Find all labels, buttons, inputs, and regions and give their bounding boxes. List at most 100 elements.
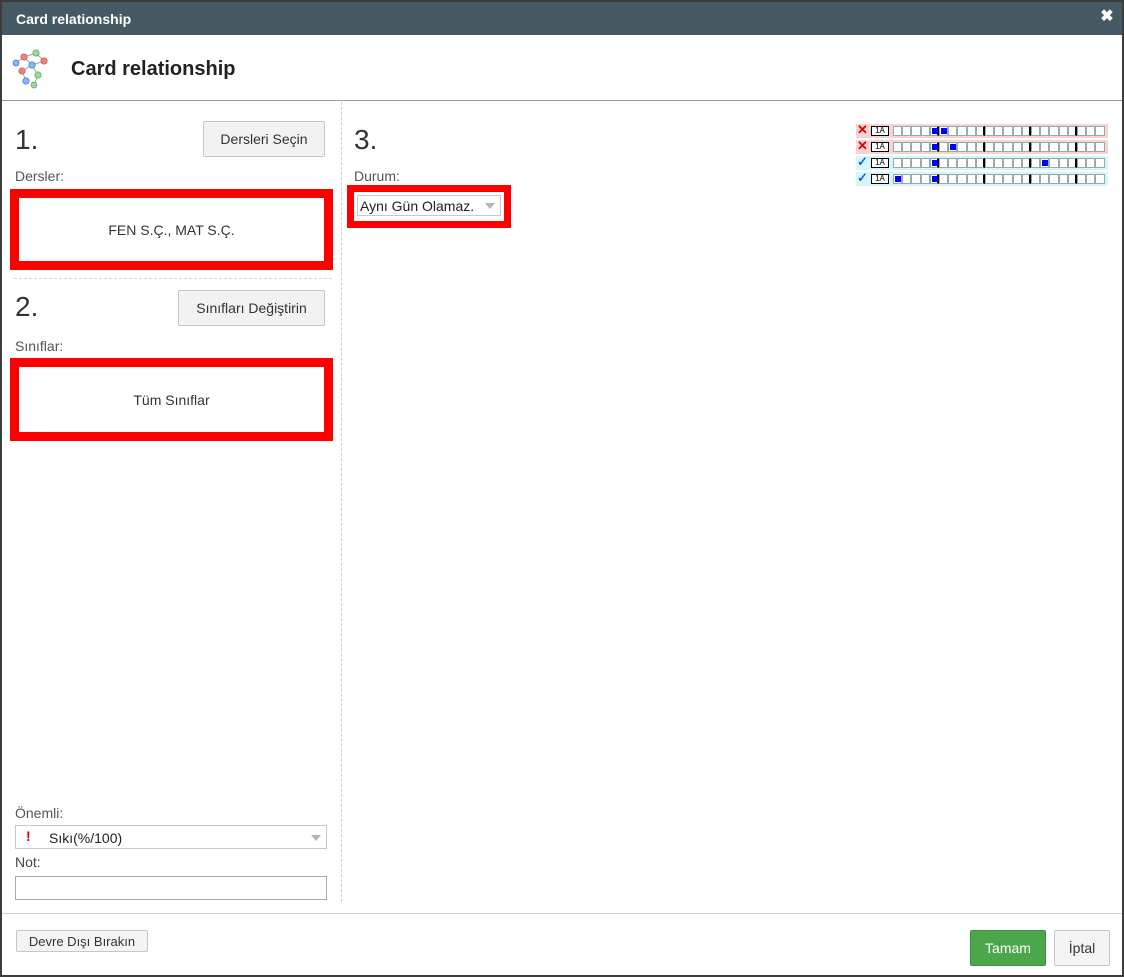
valid-check-icon: ✓ [857, 170, 868, 185]
importance-label: Önemli: [15, 805, 64, 821]
preview-cell [1095, 158, 1105, 168]
preview-cell [1012, 142, 1022, 152]
preview-row: ✕ 1A [856, 138, 1108, 154]
preview-cell [985, 142, 995, 152]
condition-select[interactable]: Aynı Gün Olamaz. [357, 195, 501, 216]
cancel-button[interactable]: İptal [1054, 930, 1110, 966]
invalid-x-icon: ✕ [857, 122, 868, 137]
window-title: Card relationship [16, 11, 132, 27]
preview-cell [966, 158, 976, 168]
preview-cell [929, 158, 939, 168]
preview-cell [1012, 126, 1022, 136]
preview-filled-slot [931, 160, 938, 166]
preview-cell [929, 142, 939, 152]
preview-cell [948, 158, 958, 168]
preview-filled-slot [1042, 160, 1049, 166]
lessons-label: Dersler: [15, 168, 65, 184]
preview-cell [975, 126, 985, 136]
preview-cell [1040, 174, 1050, 184]
preview-cell [966, 142, 976, 152]
preview-cell [911, 174, 921, 184]
preview-filled-slot [941, 128, 947, 134]
preview-cell [902, 142, 912, 152]
dialog-header: Card relationship [2, 35, 1122, 101]
preview-filled-slot [931, 128, 938, 134]
preview-cell [1003, 142, 1013, 152]
preview-row-tag: 1A [871, 174, 889, 184]
preview-cell [911, 126, 921, 136]
left-column: 1. Dersleri Seçin Dersler: FEN S.Ç., MAT… [2, 102, 342, 902]
dialog-heading: Card relationship [71, 58, 236, 80]
preview-cell [948, 174, 958, 184]
select-lessons-button[interactable]: Dersleri Seçin [203, 121, 325, 157]
preview-cell [902, 158, 912, 168]
preview-cell [920, 126, 930, 136]
preview-cell [1049, 174, 1059, 184]
preview-cell [1012, 174, 1022, 184]
preview-row: ✕ 1A [856, 122, 1108, 138]
preview-cell [1031, 126, 1041, 136]
preview-cell [920, 174, 930, 184]
preview-cell [1040, 126, 1050, 136]
classes-value: Tüm Sınıflar [133, 391, 210, 408]
preview-cell [1058, 126, 1068, 136]
disable-button[interactable]: Devre Dışı Bırakın [16, 930, 148, 952]
preview-cell [929, 174, 939, 184]
ok-button[interactable]: Tamam [970, 930, 1046, 966]
classes-value-box[interactable]: Tüm Sınıflar [10, 358, 333, 441]
preview-cell [911, 142, 921, 152]
close-icon[interactable]: ✖ [1098, 8, 1116, 26]
importance-select-value: Sıkı(%/100) [49, 830, 123, 846]
preview-cell [1086, 158, 1096, 168]
preview-cell [1077, 142, 1087, 152]
card-relationship-dialog: Card relationship ✖ Card relationship 1.… [0, 0, 1124, 977]
preview-cell [1049, 142, 1059, 152]
preview-cell [948, 126, 958, 136]
preview-cell [1049, 126, 1059, 136]
preview-cell [1067, 158, 1077, 168]
preview-filled-slot [895, 176, 901, 182]
note-input[interactable] [15, 876, 327, 900]
preview-cell [1067, 174, 1077, 184]
preview-cell [1003, 174, 1013, 184]
preview-row: ✓ 1A [856, 154, 1108, 170]
preview-cell [1003, 126, 1013, 136]
preview-cell [985, 126, 995, 136]
preview-cell [1077, 126, 1087, 136]
preview-row-tag: 1A [871, 158, 889, 168]
preview-cell [985, 158, 995, 168]
preview-cell [939, 158, 949, 168]
preview-cell [902, 126, 912, 136]
chevron-down-icon [311, 835, 321, 841]
preview-cell [1058, 142, 1068, 152]
preview-filled-slot [950, 144, 957, 150]
change-classes-button[interactable]: Sınıfları Değiştirin [178, 290, 325, 326]
dialog-footer: Devre Dışı Bırakın Tamam İptal [2, 913, 1122, 975]
condition-select-value: Aynı Gün Olamaz. [360, 198, 475, 214]
preview-cell [1021, 126, 1031, 136]
preview-cell [966, 126, 976, 136]
preview-cell [994, 142, 1004, 152]
preview-cell [893, 126, 903, 136]
step-number-1: 1. [15, 124, 39, 155]
preview-cell [1067, 142, 1077, 152]
lessons-value-box[interactable]: FEN S.Ç., MAT S.Ç. [10, 189, 333, 270]
importance-select[interactable]: ! Sıkı(%/100) [15, 825, 327, 849]
preview-cell [1021, 174, 1031, 184]
preview-cell [939, 142, 949, 152]
preview-filled-slot [931, 176, 938, 182]
preview-cell [975, 142, 985, 152]
preview-cell [911, 158, 921, 168]
preview-cell [1095, 174, 1105, 184]
dialog-titlebar[interactable]: Card relationship ✖ [2, 2, 1122, 35]
preview-cell [920, 158, 930, 168]
preview-cell [1086, 142, 1096, 152]
preview-cell [985, 174, 995, 184]
lessons-value: FEN S.Ç., MAT S.Ç. [108, 221, 235, 238]
preview-cell [1040, 142, 1050, 152]
preview-row: ✓ 1A [856, 170, 1108, 186]
step-number-3: 3. [354, 124, 378, 155]
note-label: Not: [15, 854, 41, 870]
preview-filled-slot [931, 144, 938, 150]
preview-cell [893, 142, 903, 152]
